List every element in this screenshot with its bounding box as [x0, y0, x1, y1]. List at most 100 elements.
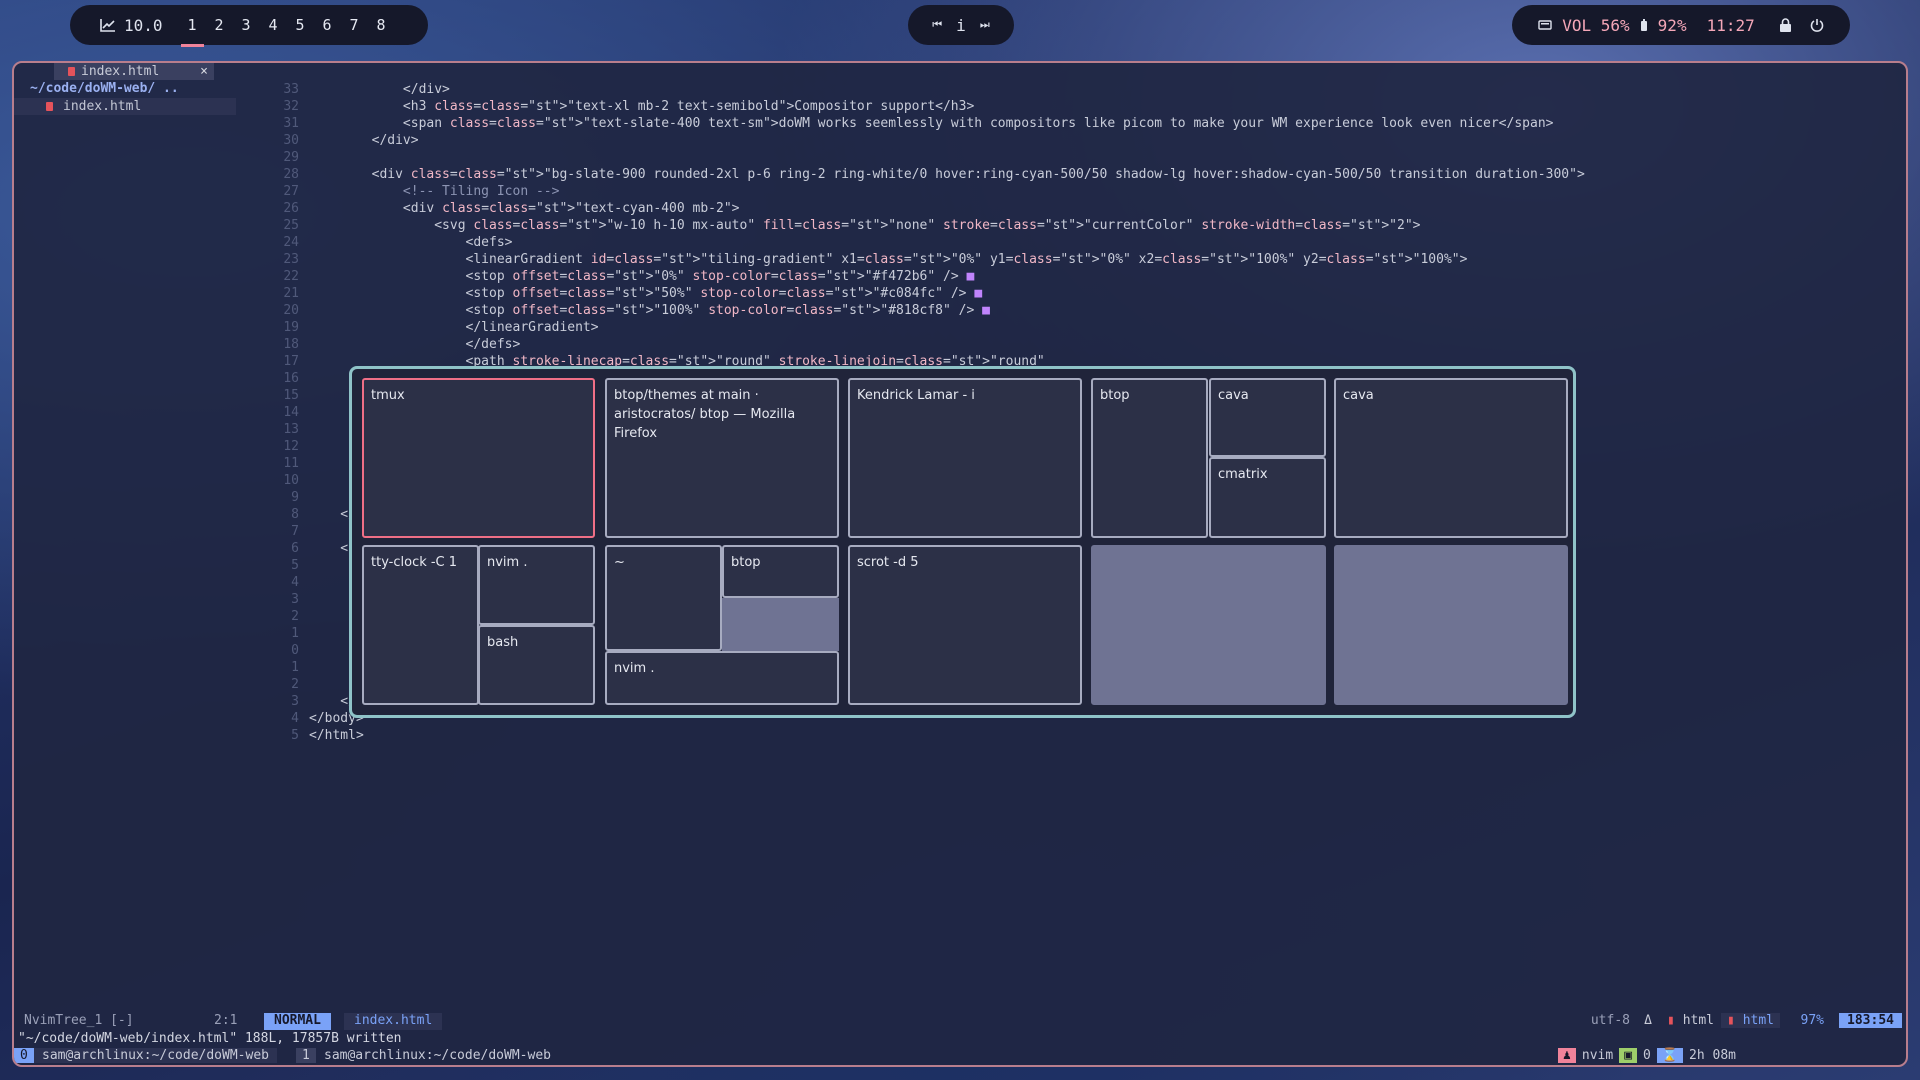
delta-icon: Δ	[1644, 1013, 1652, 1028]
overview-tile-scrot[interactable]: scrot -d 5	[848, 545, 1082, 705]
line-number: 29	[283, 150, 299, 165]
overview-tile-tmux[interactable]: tmux	[362, 378, 595, 538]
overview-tile-nvim[interactable]: nvim .	[478, 545, 595, 625]
code-line: </defs>	[309, 337, 521, 352]
line-number: 26	[283, 201, 299, 216]
code-line: <defs>	[309, 235, 513, 250]
code-line: </linearGradient>	[309, 320, 599, 335]
code-line: <!-- Tiling Icon -->	[309, 184, 560, 199]
workspace-bar: 10.0 1 2 3 4 5 6 7 8	[70, 5, 428, 47]
tmux-window-0-title[interactable]: sam@archlinux:~/code/doWM-web	[34, 1048, 277, 1063]
tmux-window-1-title[interactable]: sam@archlinux:~/code/doWM-web	[316, 1048, 559, 1063]
line-number: 9	[291, 490, 299, 505]
line-number: 0	[291, 643, 299, 658]
cpu-widget: 10.0	[100, 16, 163, 35]
overview-empty-workspace[interactable]	[1091, 545, 1326, 705]
workspace-1[interactable]: 1	[179, 16, 206, 47]
tmux-count: 0	[1643, 1048, 1651, 1063]
system-tray: VOL 56% 92% 11:27	[1512, 5, 1850, 45]
line-number: 30	[283, 133, 299, 148]
overview-tile-bash[interactable]: bash	[478, 625, 595, 705]
overview-empty-workspace-2[interactable]	[1334, 545, 1568, 705]
code-line: <span class=class="st">"text-slate-400 t…	[309, 116, 1554, 131]
cpu-value: 10.0	[124, 15, 163, 35]
overview-tile-tty-clock[interactable]: tty-clock -C 1	[362, 545, 479, 705]
chart-icon	[100, 19, 115, 32]
mode-indicator: NORMAL	[264, 1013, 331, 1030]
overview-tile-cava-2[interactable]: cava	[1334, 378, 1568, 538]
workspace-8[interactable]: 8	[368, 16, 395, 34]
workspace-5[interactable]: 5	[287, 16, 314, 34]
line-number: 5	[291, 728, 299, 743]
command-message: "~/code/doWM-web/index.html" 188L, 17857…	[18, 1031, 402, 1046]
line-number: 6	[291, 541, 299, 556]
line-number: 10	[283, 473, 299, 488]
clock: 11:27	[1706, 15, 1755, 35]
next-track-icon[interactable]: ⏭	[980, 18, 990, 32]
line-number: 22	[283, 269, 299, 284]
nvimtree-position: 2:1	[214, 1013, 238, 1028]
line-number: 1	[291, 660, 299, 675]
html-file-icon	[68, 67, 75, 76]
lock-icon[interactable]	[1779, 18, 1792, 32]
line-number: 7	[291, 524, 299, 539]
workspace-4[interactable]: 4	[260, 16, 287, 34]
line-number: 12	[283, 439, 299, 454]
code-line: <div class=class="st">"text-cyan-400 mb-…	[309, 201, 740, 216]
filetype-label-2: ▮ html	[1721, 1013, 1780, 1028]
workspace-2[interactable]: 2	[206, 16, 233, 34]
tmux-status: 0 sam@archlinux:~/code/doWM-web 1 sam@ar…	[14, 1048, 1906, 1065]
overview-tile-home[interactable]: ~	[605, 545, 722, 651]
status-filename: index.html	[344, 1013, 443, 1030]
overview-tile-cmatrix[interactable]: cmatrix	[1209, 457, 1326, 538]
battery-icon	[1640, 18, 1647, 31]
line-number: 1	[291, 626, 299, 641]
line-number: 19	[283, 320, 299, 335]
buffer-tab-label: index.html	[81, 64, 160, 79]
code-line: <svg class=class="st">"w-10 h-10 mx-auto…	[309, 218, 1421, 233]
scroll-percent: 97%	[1800, 1013, 1824, 1028]
code-line: <div class=class="st">"bg-slate-900 roun…	[309, 167, 1585, 182]
line-number: 27	[283, 184, 299, 199]
tmux-window-0-index[interactable]: 0	[14, 1048, 34, 1063]
line-number: 8	[291, 507, 299, 522]
battery-label: 92%	[1657, 15, 1687, 35]
line-number: 15	[283, 388, 299, 403]
line-number: 11	[283, 456, 299, 471]
previous-track-icon[interactable]: ⏮	[932, 18, 942, 32]
overview-tile-firefox[interactable]: btop/themes at main · aristocratos/ btop…	[605, 378, 839, 538]
workspace-6[interactable]: 6	[314, 16, 341, 34]
speaker-icon	[1538, 20, 1552, 30]
overview-tile-kendrick[interactable]: Kendrick Lamar - i	[848, 378, 1082, 538]
tree-file[interactable]: index.html	[14, 98, 236, 115]
media-info[interactable]: i	[956, 16, 966, 35]
workspace-3[interactable]: 3	[233, 16, 260, 34]
overview-tile-btop-small[interactable]: btop	[722, 545, 839, 598]
workspace-7[interactable]: 7	[341, 16, 368, 34]
line-number: 21	[283, 286, 299, 301]
line-number: 28	[283, 167, 299, 182]
tree-root[interactable]: ~/code/doWM-web/ ..	[14, 81, 254, 98]
power-icon[interactable]	[1810, 18, 1824, 32]
overview-tile-btop[interactable]: btop	[1091, 378, 1208, 538]
code-line: </div>	[309, 133, 419, 148]
tmux-right-status: ♟ nvim ▣ 0 ⌛ 2h 08m	[1558, 1048, 1736, 1063]
person-icon: ♟	[1558, 1048, 1576, 1063]
line-number: 33	[283, 82, 299, 97]
line-number: 17	[283, 354, 299, 369]
line-number: 20	[283, 303, 299, 318]
line-number: 23	[283, 252, 299, 267]
line-number: 2	[291, 677, 299, 692]
overview-tile-nvim-2[interactable]: nvim .	[605, 651, 839, 705]
code-line: <stop offset=class="st">"50%" stop-color…	[309, 286, 983, 301]
volume-label[interactable]: VOL 56%	[1562, 16, 1629, 35]
line-number: 13	[283, 422, 299, 437]
buffer-tab[interactable]: index.html ×	[54, 63, 214, 80]
line-number: 18	[283, 337, 299, 352]
overview-tile-cava[interactable]: cava	[1209, 378, 1326, 457]
nvimtree-label: NvimTree_1 [-]	[24, 1013, 134, 1028]
line-number: 32	[283, 99, 299, 114]
tmux-window-1-index[interactable]: 1	[296, 1048, 316, 1063]
file-tree: ~/code/doWM-web/ .. index.html	[14, 81, 254, 1021]
close-icon[interactable]: ×	[200, 64, 208, 79]
